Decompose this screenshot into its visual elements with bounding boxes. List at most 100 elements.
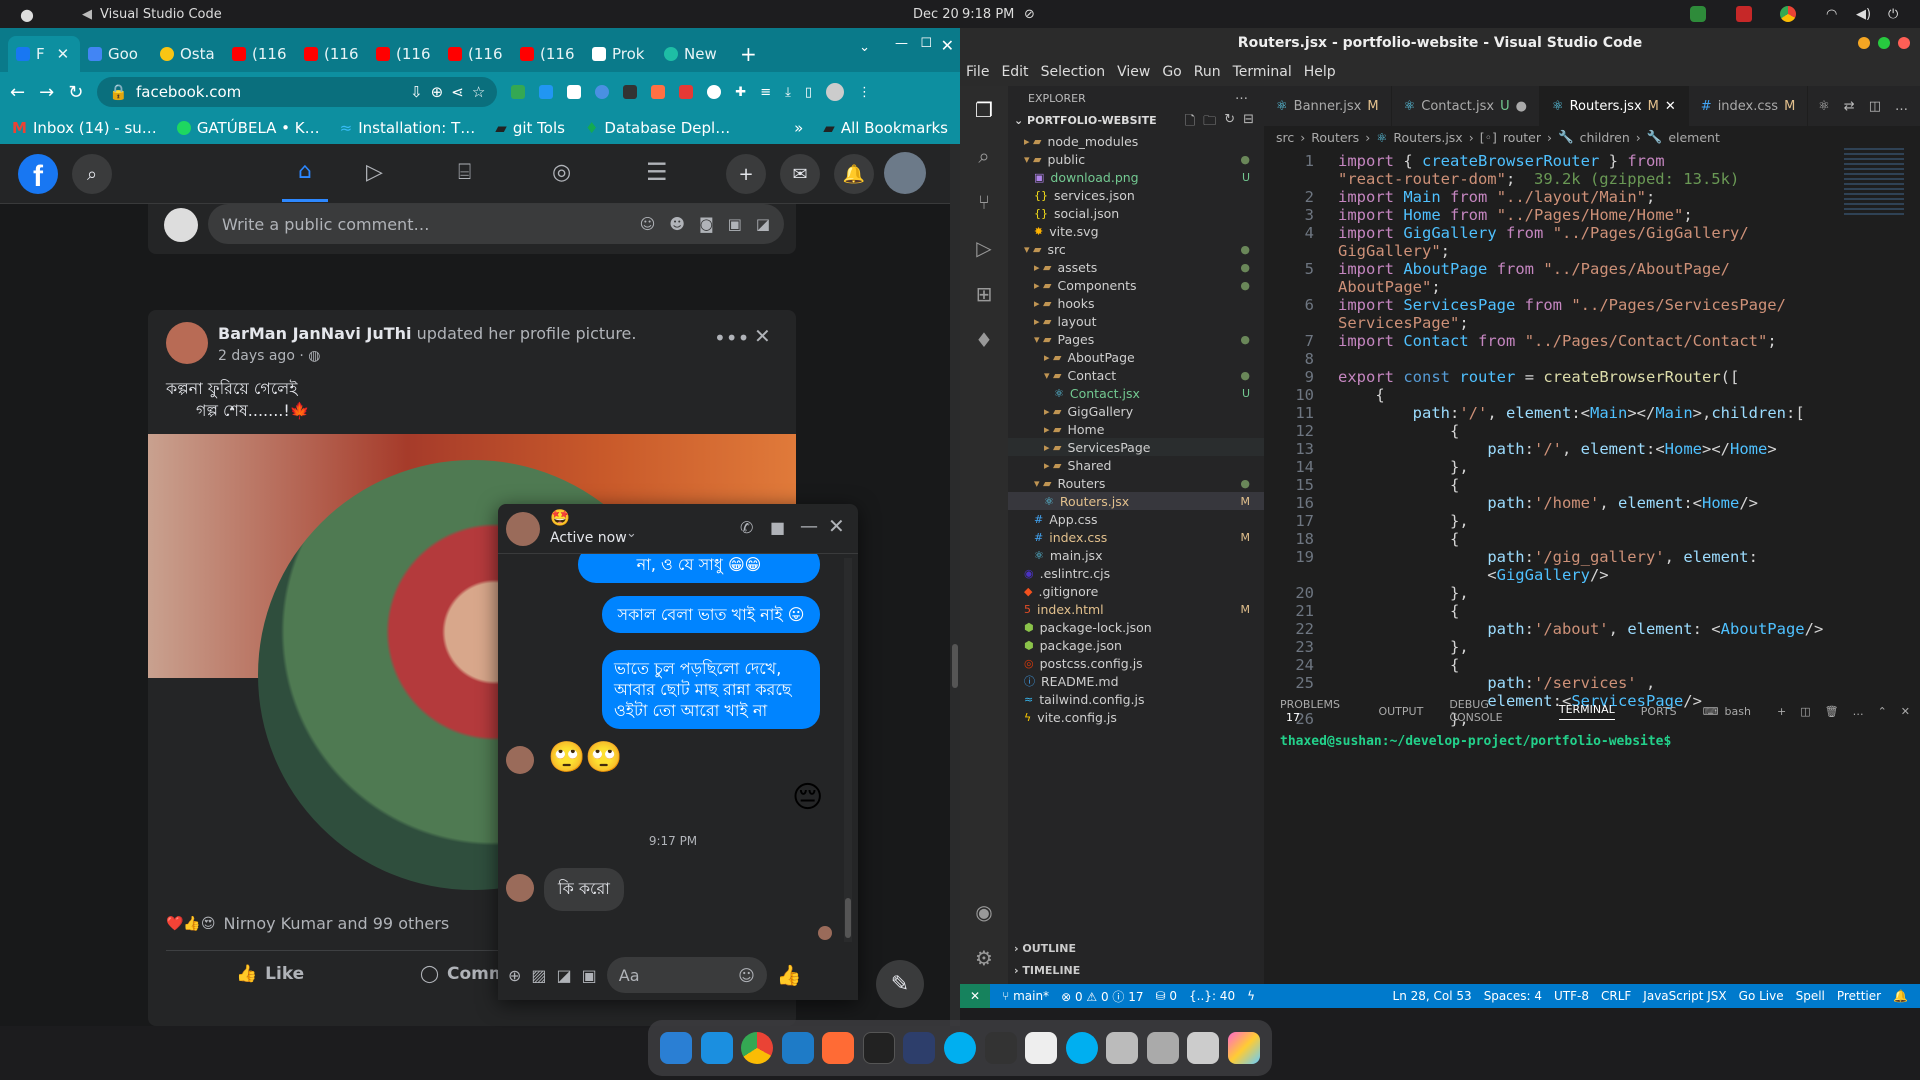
tree-item[interactable]: ▸ ▰ Shared [1008, 456, 1264, 474]
gif-icon[interactable]: ▣ [728, 215, 742, 233]
downloads-icon[interactable]: ⤓ [785, 85, 791, 100]
code-line[interactable]: }, [1338, 584, 1469, 602]
tray-app-icon[interactable] [1690, 6, 1706, 22]
sent-message[interactable]: না, ও যে সাধু 😁😁 [578, 554, 820, 583]
side-panel-icon[interactable]: ▯ [805, 85, 812, 100]
forward-icon[interactable]: → [39, 82, 54, 103]
cursor-position[interactable]: Ln 28, Col 53 [1393, 989, 1472, 1003]
code-line[interactable]: import GigGallery from "../Pages/GigGall… [1338, 224, 1749, 242]
maximize-panel-icon[interactable]: ⌃ [1878, 705, 1887, 718]
sticker-icon[interactable]: ◪ [557, 966, 572, 985]
close-post-icon[interactable]: ✕ [754, 324, 771, 348]
branch-status[interactable]: ⑂ main* [1002, 989, 1049, 1003]
code-line[interactable]: path:'/about', element: <AboutPage/> [1338, 620, 1823, 638]
source-control-icon[interactable]: ⑂ [978, 190, 990, 214]
tab-problems[interactable]: PROBLEMS 17 [1280, 698, 1352, 724]
tree-item[interactable]: ◆ .gitignore [1008, 582, 1264, 600]
code-line[interactable]: path:'/home', element:<Home/> [1338, 494, 1758, 512]
bookmark-git-tols[interactable]: ▰ git Tols [495, 119, 565, 137]
code-line[interactable]: { [1338, 602, 1459, 620]
code-line[interactable]: import { createBrowserRouter } from [1338, 152, 1665, 170]
maximize-button[interactable] [1878, 37, 1890, 49]
project-root[interactable]: ⌄ PORTFOLIO-WEBSITE [1014, 114, 1157, 127]
compare-icon[interactable]: ⇄ [1844, 99, 1855, 114]
close-button[interactable] [1898, 37, 1910, 49]
breadcrumb-item[interactable]: Routers.jsx [1393, 130, 1462, 145]
notifications-bell-icon[interactable]: 🔔 [834, 154, 874, 194]
site-info-icon[interactable]: 🔒 [109, 83, 128, 101]
split-terminal-icon[interactable]: ◫ [1800, 705, 1810, 718]
tree-item[interactable]: {} services.json [1008, 186, 1264, 204]
tab-contact-jsx[interactable]: ⚛ Contact.jsx U ● [1392, 86, 1540, 126]
remote-icon[interactable]: ✕ [960, 984, 991, 1008]
tree-item[interactable]: ⚛ main.jsx [1008, 546, 1264, 564]
tab-youtube[interactable]: (116 [512, 36, 584, 72]
more-options-icon[interactable]: ••• [714, 326, 749, 350]
minimize-icon[interactable]: — [895, 36, 908, 51]
terminal-icon[interactable] [862, 1032, 895, 1064]
explorer-icon[interactable]: ❐ [975, 98, 993, 122]
tab-routers-jsx[interactable]: ⚛ Routers.jsx M ✕ [1539, 86, 1689, 126]
comment-button[interactable]: ◯ Comm [420, 964, 507, 984]
tree-item[interactable]: 5 index.html M [1008, 600, 1264, 618]
settings-gear-icon[interactable]: ⚙ [975, 946, 993, 970]
menu-help[interactable]: Help [1304, 64, 1336, 80]
menu-edit[interactable]: Edit [1001, 64, 1028, 80]
install-icon[interactable]: ⇩ [410, 83, 423, 101]
tab-youtube[interactable]: (116 [224, 36, 296, 72]
clock-date[interactable]: Dec 20 [913, 7, 959, 22]
tree-item[interactable]: ⚛ Contact.jsx U [1008, 384, 1264, 402]
extension-new-icon[interactable] [539, 85, 554, 99]
new-file-icon[interactable]: 🗋 [1185, 112, 1195, 134]
extension-ad-icon[interactable] [567, 85, 582, 99]
message-input[interactable]: Aa ☺ [606, 957, 767, 993]
accounts-icon[interactable]: ◉ [975, 900, 992, 924]
code-line[interactable]: import Main from "../layout/Main"; [1338, 188, 1655, 206]
gif-icon[interactable]: ▣ [582, 966, 597, 985]
encoding-status[interactable]: UTF-8 [1554, 989, 1589, 1003]
tree-item[interactable]: # App.css [1008, 510, 1264, 528]
postman-icon[interactable] [822, 1032, 855, 1064]
contact-name-emoji[interactable]: 🤩 [550, 508, 570, 527]
breadcrumb-item[interactable]: Routers [1311, 130, 1359, 145]
bookmark-gatubela[interactable]: GATÚBELA • K… [176, 119, 320, 137]
code-line[interactable]: path:'/gig_gallery', element: [1338, 548, 1758, 566]
menu-icon[interactable]: ☰ [646, 158, 668, 186]
app-store-icon[interactable] [700, 1032, 733, 1064]
home-icon[interactable]: ⌂ [282, 144, 328, 202]
menu-file[interactable]: File [966, 64, 989, 80]
sent-message[interactable]: ভাতে চুল পড়ছিলো দেখে, আবার ছোট মাছ রান্… [602, 650, 820, 729]
extension-colorpicker-icon[interactable] [651, 85, 666, 99]
zoom-icon[interactable]: ⊕ [431, 83, 444, 101]
tree-item[interactable]: ▾ ▰ src ● [1008, 240, 1264, 258]
collapse-icon[interactable]: ⊟ [1243, 112, 1254, 134]
code-line[interactable]: { [1338, 422, 1459, 440]
code-line[interactable]: import AboutPage from "../Pages/AboutPag… [1338, 260, 1730, 278]
breadcrumb-item[interactable]: children [1580, 130, 1630, 145]
terminal[interactable]: thaxed@sushan:~/develop-project/portfoli… [1264, 726, 1920, 757]
code-line[interactable]: { [1338, 476, 1459, 494]
close-panel-icon[interactable]: ✕ [1901, 705, 1910, 718]
code-line[interactable]: ServicesPage"; [1338, 314, 1469, 332]
received-message[interactable]: কি করো [544, 868, 624, 911]
tray-chrome-icon[interactable] [1780, 6, 1796, 22]
code-line[interactable]: GigGallery"; [1338, 242, 1450, 260]
tab-youtube[interactable]: (116 [296, 36, 368, 72]
thumbs-up-icon[interactable]: 👍 [777, 963, 802, 987]
close-tab-icon[interactable]: ✕ [1665, 99, 1676, 114]
facebook-logo-icon[interactable]: f [18, 154, 58, 194]
search-icon[interactable]: ⌕ [978, 144, 989, 168]
tree-item[interactable]: ⬢ package-lock.json [1008, 618, 1264, 636]
photo-icon[interactable]: ▨ [531, 966, 546, 985]
menu-selection[interactable]: Selection [1041, 64, 1106, 80]
emoji-icon[interactable]: ☻ [669, 215, 685, 233]
tree-item[interactable]: ϟ vite.config.js [1008, 708, 1264, 726]
tree-item[interactable]: {} social.json [1008, 204, 1264, 222]
drive-icon[interactable] [1106, 1032, 1139, 1064]
code-line[interactable]: import Home from "../Pages/Home/Home"; [1338, 206, 1693, 224]
reactions-summary[interactable]: ❤️👍😍 Nirnoy Kumar and 99 others [166, 914, 449, 933]
sent-emoji[interactable]: 😔 [792, 780, 823, 815]
skype-icon[interactable] [1065, 1032, 1098, 1064]
tree-item[interactable]: ▸ ▰ AboutPage [1008, 348, 1264, 366]
back-icon[interactable]: ← [10, 82, 25, 103]
